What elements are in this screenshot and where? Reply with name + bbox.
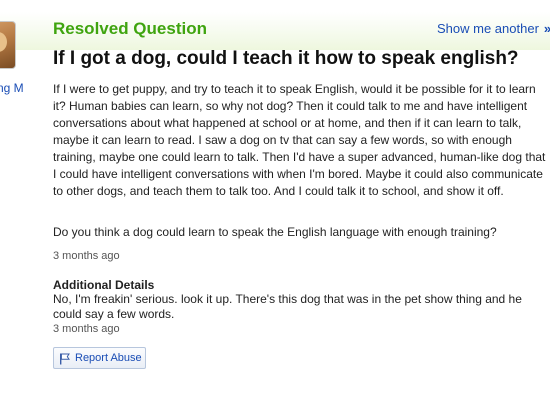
show-another-link[interactable]: Show me another » [437, 21, 550, 36]
question-followup: Do you think a dog could learn to speak … [53, 225, 497, 239]
asker-name[interactable]: ng M [0, 81, 24, 95]
flag-icon [59, 352, 70, 365]
question-body: If I were to get puppy, and try to teach… [53, 82, 546, 198]
additional-details-timestamp: 3 months ago [53, 323, 120, 335]
report-abuse-button[interactable]: Report Abuse [53, 347, 146, 369]
additional-details-text: No, I'm freakin' serious. look it up. Th… [53, 292, 522, 321]
question-timestamp: 3 months ago [53, 250, 120, 262]
question-title: If I got a dog, could I teach it how to … [53, 48, 519, 69]
report-abuse-label[interactable]: Report Abuse [75, 352, 142, 364]
double-chevron-right-icon[interactable]: » [544, 21, 550, 36]
question-status-title: Resolved Question [53, 19, 207, 38]
additional-details-heading: Additional Details [53, 278, 155, 292]
asker-avatar[interactable] [0, 21, 16, 69]
show-another-label[interactable]: Show me another [437, 21, 539, 36]
